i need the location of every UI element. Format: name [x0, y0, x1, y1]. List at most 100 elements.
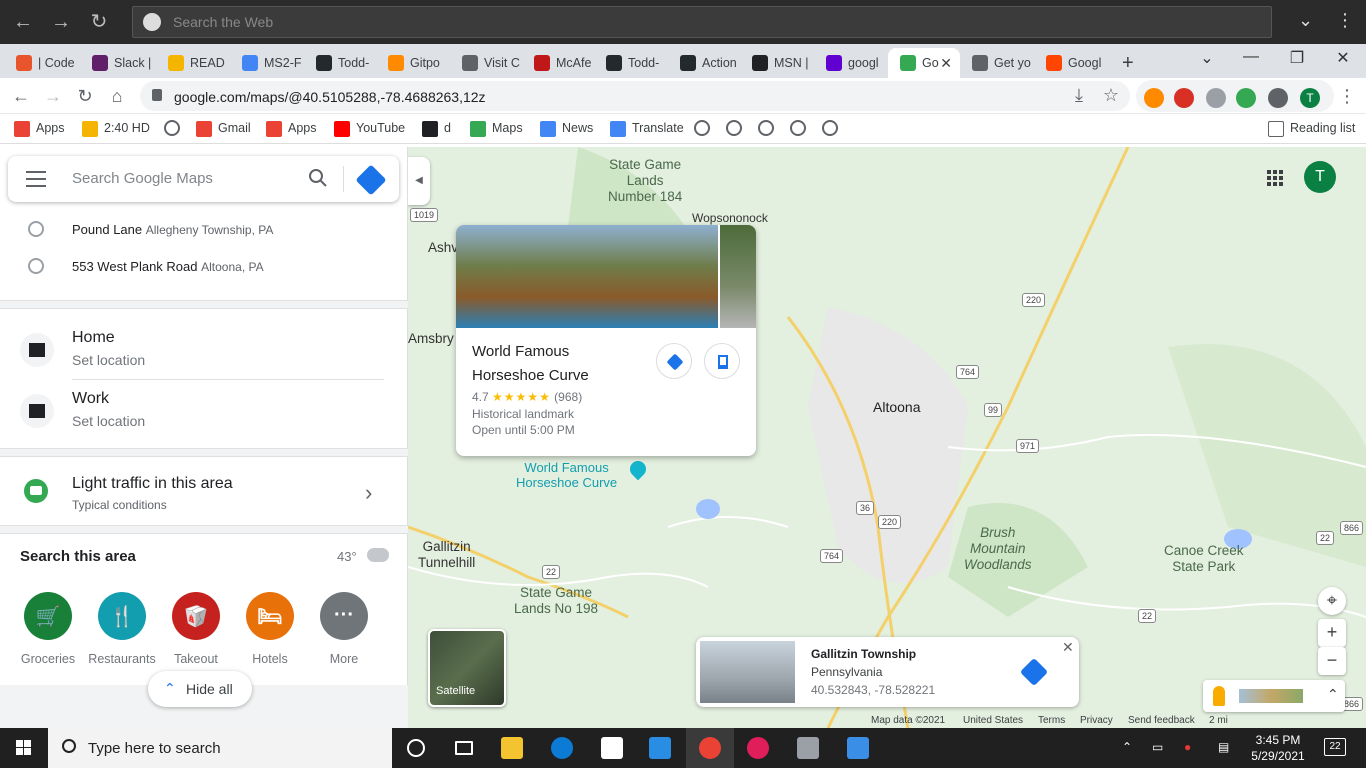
collapse-panel-button[interactable]: ◀	[408, 157, 430, 205]
recent-search-item[interactable]: Pound Lane Allegheny Township, PA	[0, 213, 408, 249]
address-bar[interactable]: google.com/maps/@40.5105288,-78.4688263,…	[140, 81, 1130, 111]
tab-0[interactable]: | Code	[4, 48, 80, 78]
file-explorer-icon[interactable]	[488, 728, 536, 768]
amazon-app-icon[interactable]	[588, 728, 636, 768]
bookmark-maps[interactable]: Maps	[470, 121, 523, 137]
reload-icon[interactable]: ↻	[74, 86, 96, 108]
task-view-icon[interactable]	[440, 728, 488, 768]
reload-icon[interactable]: ↻	[86, 9, 112, 35]
photos-icon[interactable]	[834, 728, 882, 768]
chrome-menu-icon[interactable]: ⋮	[1336, 86, 1358, 108]
hide-all-button[interactable]: ⌃ Hide all	[148, 671, 252, 707]
back-icon[interactable]: ←	[10, 86, 32, 108]
map-canvas[interactable]: ◀ State Game Lands Number 184 Wopsononoc…	[408, 147, 1366, 728]
windows-start-icon[interactable]	[16, 740, 32, 756]
tab-8[interactable]: Todd-	[594, 48, 668, 78]
map-layers-icon[interactable]	[1239, 689, 1303, 703]
tab-1[interactable]: Slack |	[80, 48, 156, 78]
traffic-item[interactable]: Light traffic in this area Typical condi…	[0, 457, 408, 525]
home-icon[interactable]: ⌂	[106, 86, 128, 108]
adblock-plus-icon[interactable]	[1174, 88, 1194, 108]
globe-bookmark-icon[interactable]	[822, 120, 838, 136]
restore-window-icon[interactable]: ❐	[1274, 48, 1320, 68]
reading-list-button[interactable]: Reading list	[1268, 121, 1355, 137]
directions-button[interactable]	[656, 343, 692, 379]
street-view-thumbnail[interactable]	[700, 641, 795, 703]
tab-7[interactable]: McAfe	[522, 48, 594, 78]
place-photo[interactable]	[456, 225, 718, 328]
tab-3[interactable]: MS2-F	[230, 48, 304, 78]
battery-icon[interactable]: ▭	[1152, 740, 1163, 754]
system-clock[interactable]: 3:45 PM 5/29/2021	[1248, 732, 1308, 764]
pegman-icon[interactable]	[1213, 686, 1225, 706]
action-center-icon[interactable]: 22	[1324, 738, 1346, 756]
bookmark-translate[interactable]: Translate	[610, 121, 684, 137]
tab-14[interactable]: Googl	[1034, 48, 1108, 78]
category-more[interactable]: ··· More	[308, 592, 380, 666]
place-label[interactable]: World Famous Horseshoe Curve	[516, 460, 617, 490]
tab-9[interactable]: Action	[668, 48, 740, 78]
chrome-icon[interactable]	[686, 728, 734, 768]
bookmark-apps[interactable]: Apps	[14, 121, 65, 137]
close-tab-icon[interactable]: ✕	[940, 48, 952, 78]
bookmark-gmail[interactable]: Gmail	[196, 121, 251, 137]
tab-5[interactable]: Gitpo	[376, 48, 450, 78]
category-restaurants[interactable]: 🍴 Restaurants	[86, 592, 158, 666]
puzzle-extensions-icon[interactable]	[1268, 88, 1288, 108]
web-search-field[interactable]: Search the Web	[132, 6, 1272, 38]
close-icon[interactable]: ✕	[1062, 639, 1074, 656]
bookmark-apps-2[interactable]: Apps	[266, 121, 317, 137]
location-card[interactable]: Gallitzin Township Pennsylvania 40.53284…	[696, 637, 1079, 707]
tab-search-icon[interactable]: ⌄	[1184, 48, 1230, 68]
save-button[interactable]	[704, 343, 740, 379]
notification-badge-icon[interactable]: ●	[1184, 740, 1191, 754]
bookmark-amazon[interactable]: d	[422, 121, 451, 137]
terms-link[interactable]: Terms	[1038, 715, 1065, 726]
directions-icon[interactable]	[355, 164, 387, 196]
tab-2[interactable]: READ	[156, 48, 230, 78]
tab-13[interactable]: Get yo	[960, 48, 1034, 78]
profile-avatar[interactable]: T	[1300, 88, 1320, 108]
home-location-item[interactable]: Home Set location	[0, 317, 408, 377]
tab-11[interactable]: googl	[814, 48, 888, 78]
place-info-card[interactable]: World Famous Horseshoe Curve 4.7 ★★★★★ (…	[456, 225, 756, 456]
google-apps-icon[interactable]	[1266, 169, 1284, 187]
edge-browser-icon[interactable]	[538, 728, 586, 768]
bookmark-star-icon[interactable]: ☆	[1100, 85, 1122, 107]
forward-icon[interactable]: →	[42, 86, 64, 108]
category-takeout[interactable]: 🥡 Takeout	[160, 592, 232, 666]
tab-4[interactable]: Todd-	[304, 48, 376, 78]
close-window-icon[interactable]: ✕	[1320, 48, 1366, 68]
more-menu-icon[interactable]: ⋮	[1336, 10, 1354, 31]
place-photo-secondary[interactable]	[720, 225, 756, 328]
bookmark-news[interactable]: News	[540, 121, 593, 137]
pen-extension-icon[interactable]	[1236, 88, 1256, 108]
gitpod-extension-icon[interactable]	[1144, 88, 1164, 108]
category-groceries[interactable]: 🛒 Groceries	[12, 592, 84, 666]
bookmark-youtube[interactable]: YouTube	[334, 121, 405, 137]
extension-icon[interactable]	[1206, 88, 1226, 108]
send-feedback-link[interactable]: Send feedback	[1128, 715, 1195, 726]
tab-6[interactable]: Visit C	[450, 48, 522, 78]
globe-bookmark-icon[interactable]	[694, 120, 710, 136]
work-location-item[interactable]: Work Set location	[0, 378, 408, 438]
tab-10[interactable]: MSN |	[740, 48, 814, 78]
category-hotels[interactable]: 🛏 Hotels	[234, 592, 306, 666]
street-view-layers-control[interactable]: ⌃	[1203, 680, 1345, 712]
chevron-down-icon[interactable]: ⌄	[1298, 10, 1313, 31]
tab-12-active[interactable]: Go ✕	[888, 48, 960, 78]
new-tab-button[interactable]: +	[1110, 48, 1146, 78]
directions-icon[interactable]	[1019, 657, 1049, 687]
keyboard-icon[interactable]: ▤	[1218, 740, 1229, 754]
globe-bookmark-icon[interactable]	[726, 120, 742, 136]
zoom-out-button[interactable]: −	[1318, 647, 1346, 675]
privacy-link[interactable]: Privacy	[1080, 715, 1113, 726]
country-link[interactable]: United States	[963, 715, 1023, 726]
minimize-window-icon[interactable]: —	[1228, 48, 1274, 66]
bookmark-2-40-hd[interactable]: 2:40 HD	[82, 121, 150, 137]
vscode-icon[interactable]	[636, 728, 684, 768]
account-avatar[interactable]: T	[1304, 161, 1336, 193]
maps-search-box[interactable]: Search Google Maps	[8, 156, 399, 202]
globe-bookmark-icon[interactable]	[790, 120, 806, 136]
search-icon[interactable]	[308, 168, 328, 188]
